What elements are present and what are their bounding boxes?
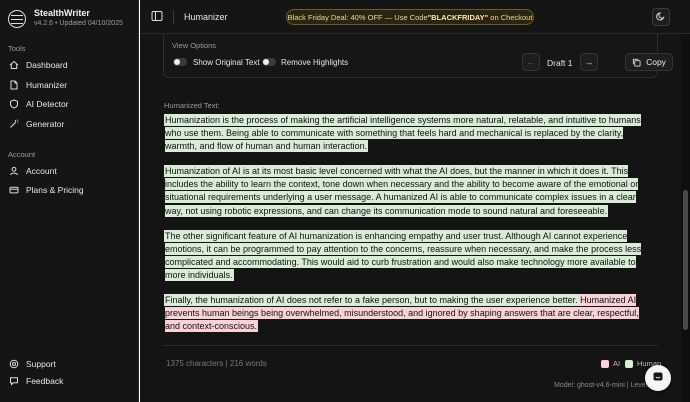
top-header: Humanizer Black Friday Deal: 40% OFF — U… <box>140 0 690 34</box>
sidebar-item-label: Support <box>26 359 56 369</box>
previous-draft-button[interactable]: ← <box>522 53 540 71</box>
arrow-left-icon: ← <box>526 57 536 67</box>
draft-label: Draft 1 <box>547 58 573 68</box>
human-sentence: Being able to communicate with something… <box>165 128 624 152</box>
tools-section-label: Tools <box>8 44 26 53</box>
wand-icon <box>8 118 20 130</box>
human-swatch <box>625 359 633 368</box>
sidebar-item-account[interactable]: Account <box>8 163 130 179</box>
promo-banner[interactable]: Black Friday Deal: 40% OFF — Use Code "B… <box>286 9 534 25</box>
copy-icon <box>632 58 641 67</box>
humanized-text-label: Humanized Text: <box>164 101 220 110</box>
shield-icon <box>8 98 20 110</box>
sidebar-item-label: Feedback <box>26 376 64 386</box>
arrow-right-icon: → <box>584 57 594 67</box>
sidebar-item-ai-detector[interactable]: AI Detector <box>8 96 130 112</box>
model-info: Model: ghost-v4.6-mini | Level: <box>554 382 650 389</box>
sidebar-item-label: Dashboard <box>26 60 68 70</box>
sidebar-toggle-icon[interactable] <box>151 10 163 22</box>
header-divider <box>173 10 174 24</box>
main-content: View Options Show Original Text Remove H… <box>140 34 681 402</box>
promo-code: "BLACKFRIDAY" <box>427 12 489 22</box>
sidebar: StealthWriter v4.2.6 • Updated 04/10/202… <box>0 0 139 402</box>
show-original-toggle[interactable] <box>173 58 187 66</box>
sidebar-item-dashboard[interactable]: Dashboard <box>8 57 130 73</box>
logo-icon <box>8 9 26 28</box>
scroll-thumb[interactable] <box>683 190 688 330</box>
brand-version: v4.2.6 • Updated 04/10/2025 <box>34 20 123 27</box>
view-options-label: View Options <box>172 41 217 50</box>
moon-icon <box>656 10 666 24</box>
next-draft-button[interactable]: → <box>580 53 598 71</box>
card-icon <box>8 184 20 196</box>
sidebar-item-support[interactable]: Support <box>8 356 130 372</box>
human-sentence: The other significant feature of AI huma… <box>165 230 504 241</box>
paragraph: Finally, the humanization of AI does not… <box>165 294 652 333</box>
paragraph: The other significant feature of AI huma… <box>165 230 652 282</box>
show-original-label: Show Original Text <box>193 58 260 67</box>
ai-swatch <box>601 359 609 368</box>
theme-toggle-button[interactable] <box>652 8 670 26</box>
legend-ai-label: AI <box>613 359 621 368</box>
sidebar-item-plans-pricing[interactable]: Plans & Pricing <box>8 182 130 198</box>
chat-icon <box>652 371 664 386</box>
page-title: Humanizer <box>184 12 228 22</box>
paragraph: Humanization is the process of making th… <box>165 114 652 153</box>
legend-ai: AI <box>601 359 620 368</box>
brand-name: StealthWriter <box>34 8 90 18</box>
promo-text: Black Friday Deal: 40% OFF — Use Code <box>287 12 428 22</box>
sidebar-item-label: Account <box>26 166 57 176</box>
sidebar-item-label: Generator <box>26 119 65 129</box>
page-scrollbar[interactable] <box>681 34 690 402</box>
help-icon <box>8 358 20 370</box>
text-stats: 1375 characters | 216 words <box>166 359 267 368</box>
account-section-label: Account <box>8 150 36 159</box>
remove-highlights-toggle[interactable] <box>262 58 276 66</box>
human-sentence: Humanization of AI is at its most basic … <box>165 166 609 177</box>
copy-label: Copy <box>646 57 666 67</box>
view-options-panel: View Options Show Original Text Remove H… <box>163 34 673 78</box>
promo-suffix: on Checkout <box>488 12 533 22</box>
content-divider <box>163 345 658 346</box>
feedback-icon <box>8 375 20 387</box>
copy-button[interactable]: Copy <box>625 53 673 71</box>
remove-highlights-label: Remove Highlights <box>281 58 349 67</box>
brand[interactable]: StealthWriter v4.2.6 • Updated 04/10/202… <box>8 8 123 29</box>
human-sentence: Finally, the humanization of AI does not… <box>165 295 578 306</box>
sidebar-item-generator[interactable]: Generator <box>8 116 130 132</box>
sidebar-item-feedback[interactable]: Feedback <box>8 373 130 389</box>
sidebar-item-label: Plans & Pricing <box>26 185 84 195</box>
sidebar-item-label: AI Detector <box>26 99 69 109</box>
chat-support-button[interactable] <box>645 365 671 391</box>
paragraph: Humanization of AI is at its most basic … <box>165 165 652 217</box>
user-icon <box>8 165 20 177</box>
sidebar-item-humanizer[interactable]: Humanizer <box>8 77 130 93</box>
sidebar-item-label: Humanizer <box>26 80 68 90</box>
file-icon <box>8 79 20 91</box>
humanized-text[interactable]: Humanization is the process of making th… <box>165 114 652 345</box>
home-icon <box>8 59 20 71</box>
